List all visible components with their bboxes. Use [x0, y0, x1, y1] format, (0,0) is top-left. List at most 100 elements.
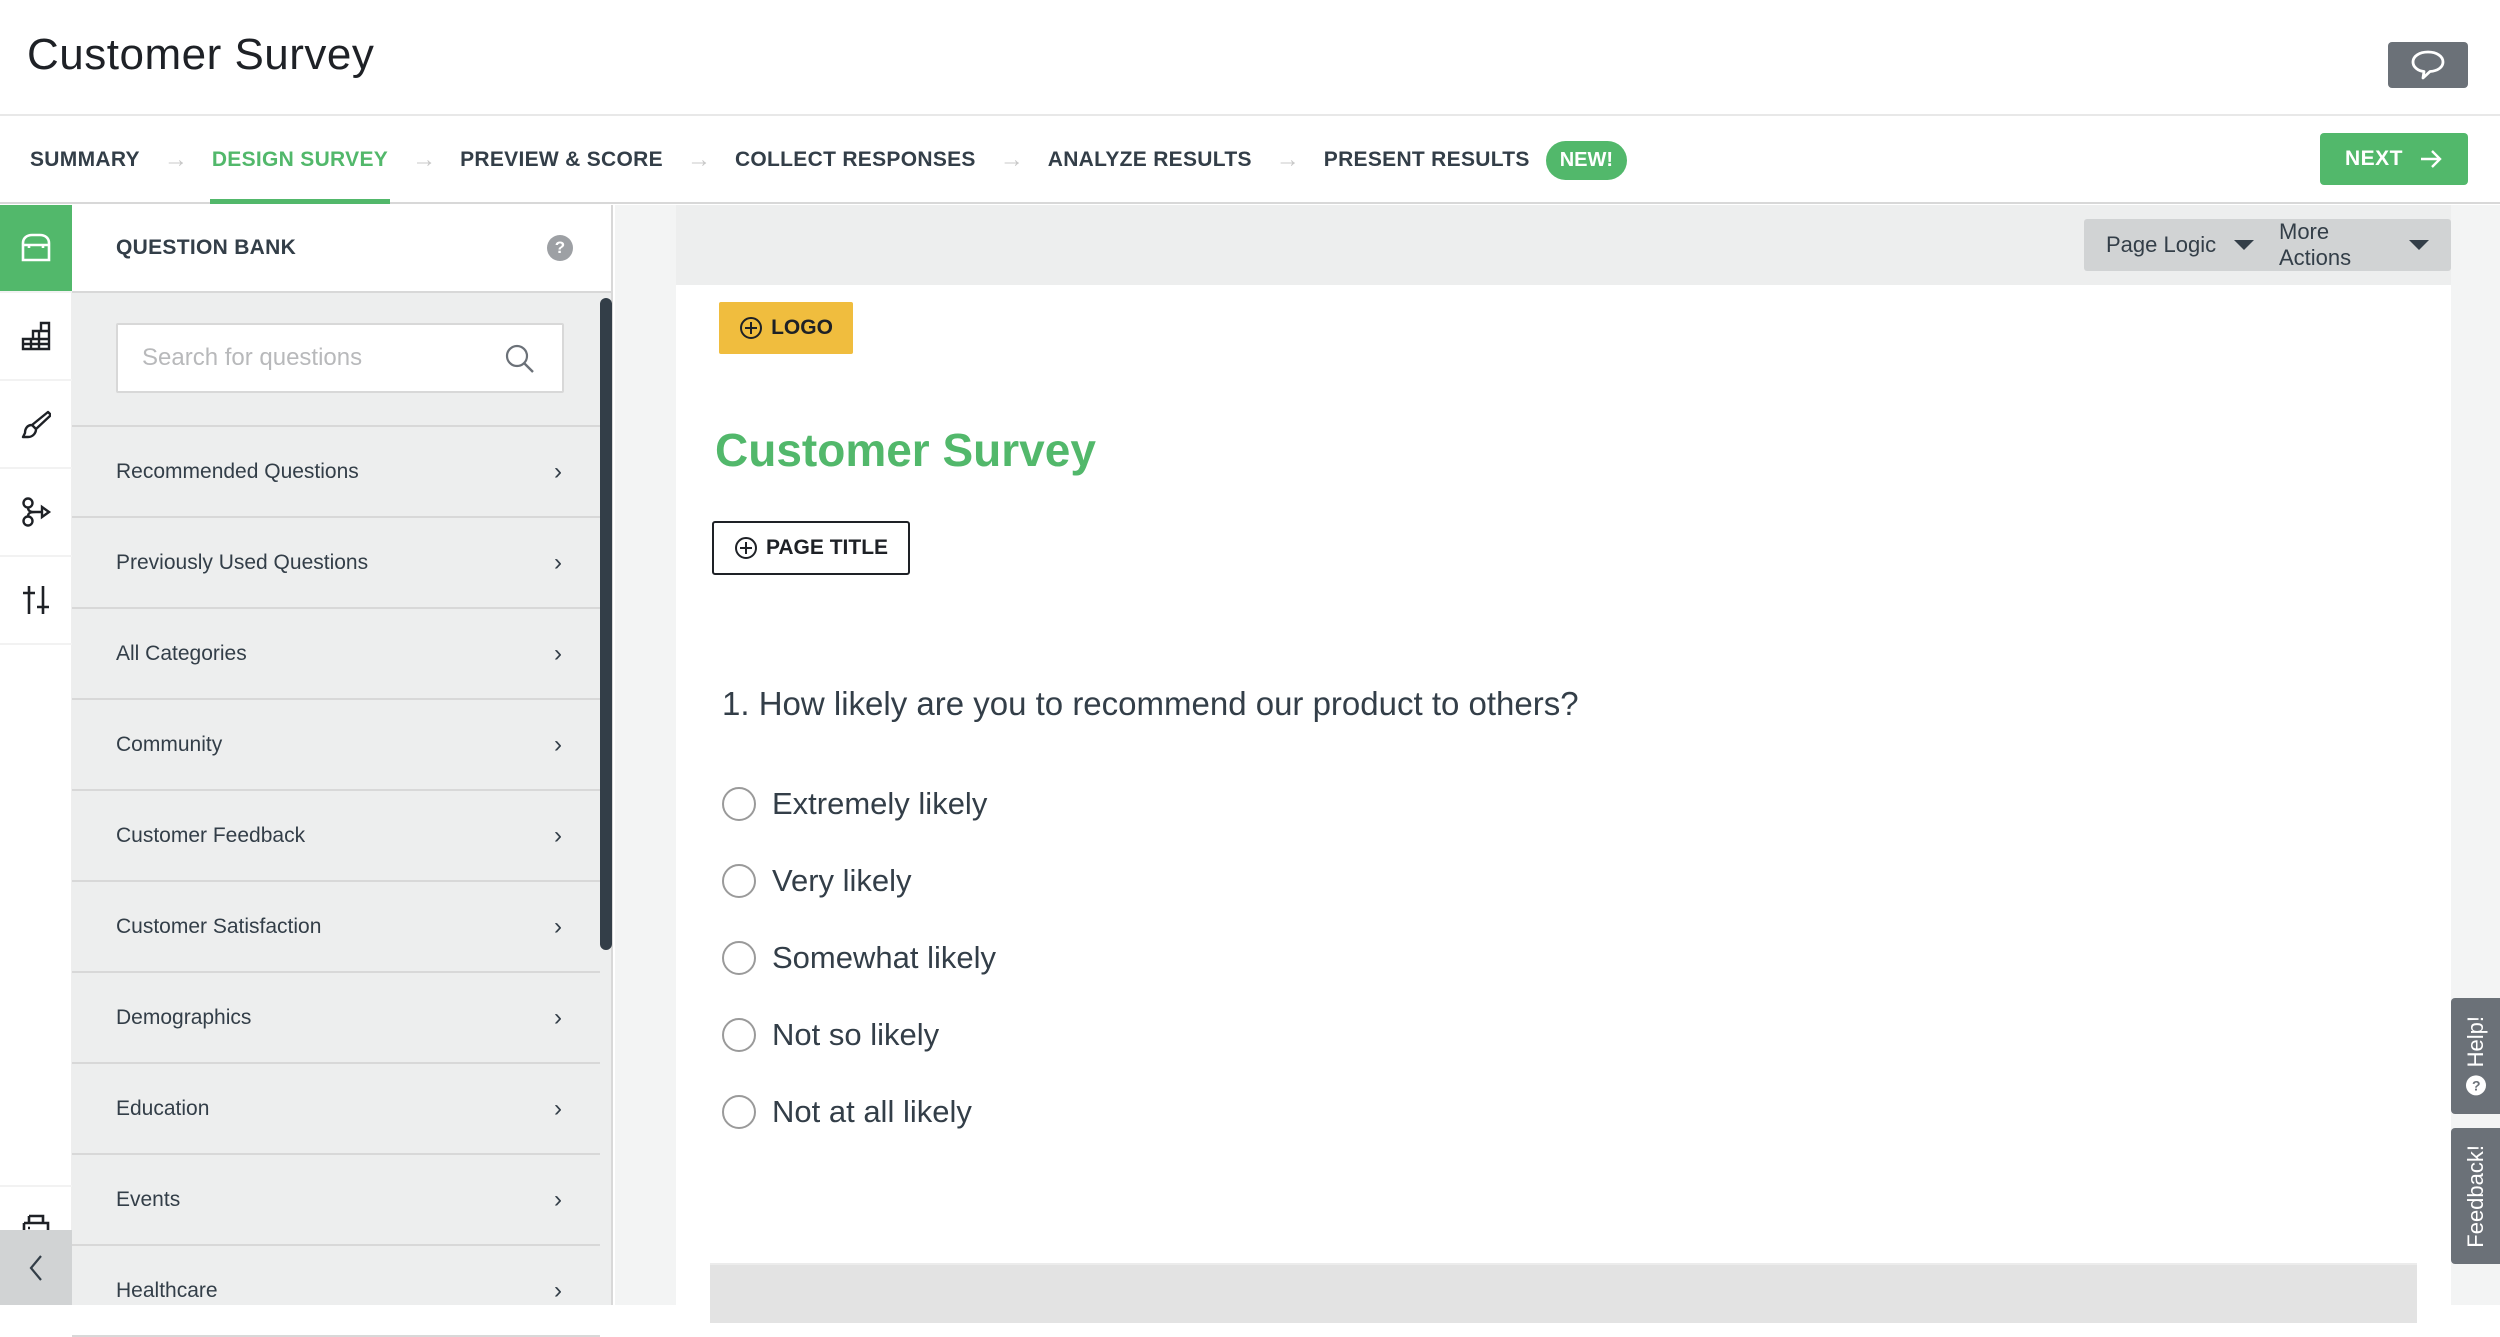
help-tab-content: ? Help! — [2462, 1016, 2489, 1096]
survey-canvas: LOGO Customer Survey PAGE TITLE 1. How l… — [676, 285, 2451, 1323]
arrow-right-icon: → — [1275, 146, 1300, 173]
caret-down-icon — [2409, 240, 2429, 250]
option-label: Somewhat likely — [772, 939, 996, 975]
category-item[interactable]: Customer Satisfaction › — [72, 882, 600, 973]
panel-scrollbar[interactable] — [600, 298, 612, 950]
help-tab[interactable]: ? Help! — [2451, 998, 2500, 1114]
logic-tab[interactable] — [0, 469, 72, 557]
sliders-icon — [23, 586, 49, 614]
feedback-tab[interactable]: Feedback! — [2451, 1128, 2500, 1264]
radio-button[interactable] — [722, 863, 756, 898]
search-box — [116, 323, 564, 393]
left-icon-bar — [0, 205, 72, 1305]
chevron-left-icon — [29, 1254, 42, 1281]
question-bank-icon — [21, 233, 51, 262]
search-input[interactable] — [118, 325, 478, 391]
builder-tab[interactable] — [0, 293, 72, 381]
help-icon[interactable]: ? — [547, 235, 573, 261]
tab-present-results[interactable]: PRESENT RESULTS — [1324, 116, 1530, 204]
search-icon[interactable] — [504, 343, 536, 375]
category-item[interactable]: Customer Feedback › — [72, 791, 600, 882]
plus-circle-icon — [734, 537, 757, 559]
next-button[interactable]: NEXT — [2320, 133, 2468, 185]
option-label: Extremely likely — [772, 785, 988, 821]
category-label: All Categories — [116, 641, 247, 665]
chevron-right-icon: › — [554, 548, 562, 576]
chevron-right-icon: › — [554, 457, 562, 485]
arrow-right-icon — [2421, 150, 2442, 168]
nav-steps: SUMMARY → DESIGN SURVEY → PREVIEW & SCOR… — [30, 116, 1628, 204]
answer-option[interactable]: Not at all likely — [722, 1073, 996, 1150]
radio-button[interactable] — [722, 786, 756, 821]
chevron-right-icon: › — [554, 1003, 562, 1031]
options-tab[interactable] — [0, 557, 72, 645]
answer-option[interactable]: Very likely — [722, 842, 996, 919]
category-label: Recommended Questions — [116, 459, 359, 483]
option-label: Not so likely — [772, 1016, 940, 1052]
panel-header: QUESTION BANK ? — [72, 205, 611, 293]
tab-design-survey[interactable]: DESIGN SURVEY — [209, 116, 391, 204]
category-label: Customer Feedback — [116, 823, 306, 847]
category-label: Healthcare — [116, 1278, 218, 1302]
collapse-panel-button[interactable] — [0, 1230, 72, 1305]
arrow-right-icon: → — [412, 146, 437, 173]
add-logo-button[interactable]: LOGO — [719, 302, 853, 354]
question-bank-panel: QUESTION BANK ? Recommended Questions › P… — [72, 205, 613, 1337]
question-text[interactable]: 1. How likely are you to recommend our p… — [722, 685, 1579, 723]
logo-label: LOGO — [771, 316, 833, 339]
speech-bubble-icon — [2411, 50, 2445, 80]
category-item[interactable]: All Categories › — [72, 609, 600, 700]
chevron-right-icon: › — [554, 1094, 562, 1122]
style-tab[interactable] — [0, 381, 72, 469]
radio-button[interactable] — [722, 940, 756, 975]
option-label: Not at all likely — [772, 1093, 972, 1129]
category-label: Education — [116, 1096, 210, 1120]
answer-option[interactable]: Not so likely — [722, 996, 996, 1073]
category-label: Community — [116, 732, 223, 756]
add-page-title-button[interactable]: PAGE TITLE — [712, 521, 910, 575]
help-tab-label: Help! — [2462, 1016, 2488, 1068]
more-actions-label: More Actions — [2279, 219, 2352, 270]
page-toolbar: Page Logic More Actions — [676, 205, 2451, 285]
chevron-right-icon: › — [554, 639, 562, 667]
answer-option[interactable]: Extremely likely — [722, 765, 996, 842]
tab-summary[interactable]: SUMMARY — [30, 116, 140, 204]
page-logic-button[interactable]: Page Logic — [2084, 219, 2277, 271]
radio-button[interactable] — [722, 1017, 756, 1052]
chevron-right-icon: › — [554, 821, 562, 849]
category-item[interactable]: Previously Used Questions › — [72, 518, 600, 609]
category-item[interactable]: Community › — [72, 700, 600, 791]
chevron-right-icon: › — [554, 730, 562, 758]
page-title-label: PAGE TITLE — [765, 536, 889, 559]
category-list: Recommended Questions › Previously Used Q… — [72, 427, 600, 1337]
arrow-right-icon: → — [999, 146, 1024, 173]
survey-heading[interactable]: Customer Survey — [715, 423, 1096, 477]
category-item[interactable]: Education › — [72, 1064, 600, 1155]
chat-button[interactable] — [2388, 42, 2468, 88]
chevron-right-icon: › — [554, 912, 562, 940]
category-item[interactable]: Events › — [72, 1155, 600, 1246]
category-item[interactable]: Recommended Questions › — [72, 427, 600, 518]
chevron-right-icon: › — [554, 1185, 562, 1213]
tab-collect-responses[interactable]: COLLECT RESPONSES — [735, 116, 976, 204]
category-label: Customer Satisfaction — [116, 914, 322, 938]
logic-icon — [22, 497, 52, 527]
arrow-right-icon: → — [163, 146, 188, 173]
top-bar: Customer Survey — [0, 0, 2500, 116]
category-item[interactable]: Demographics › — [72, 973, 600, 1064]
answer-option[interactable]: Somewhat likely — [722, 919, 996, 996]
new-badge: NEW! — [1545, 140, 1628, 180]
question-bank-tab[interactable] — [0, 205, 72, 293]
tab-analyze-results[interactable]: ANALYZE RESULTS — [1048, 116, 1252, 204]
search-wrap — [72, 293, 600, 427]
radio-button[interactable] — [722, 1094, 756, 1129]
paintbrush-icon — [21, 410, 51, 439]
category-item[interactable]: Healthcare › — [72, 1246, 600, 1337]
answer-options: Extremely likely Very likely Somewhat li… — [722, 765, 996, 1150]
tab-preview-score[interactable]: PREVIEW & SCORE — [460, 116, 663, 204]
question-circle-icon: ? — [2465, 1075, 2486, 1096]
builder-icon — [21, 321, 51, 351]
option-label: Very likely — [772, 862, 912, 898]
next-button-label: NEXT — [2344, 147, 2403, 170]
more-actions-button[interactable]: More Actions — [2257, 219, 2451, 271]
